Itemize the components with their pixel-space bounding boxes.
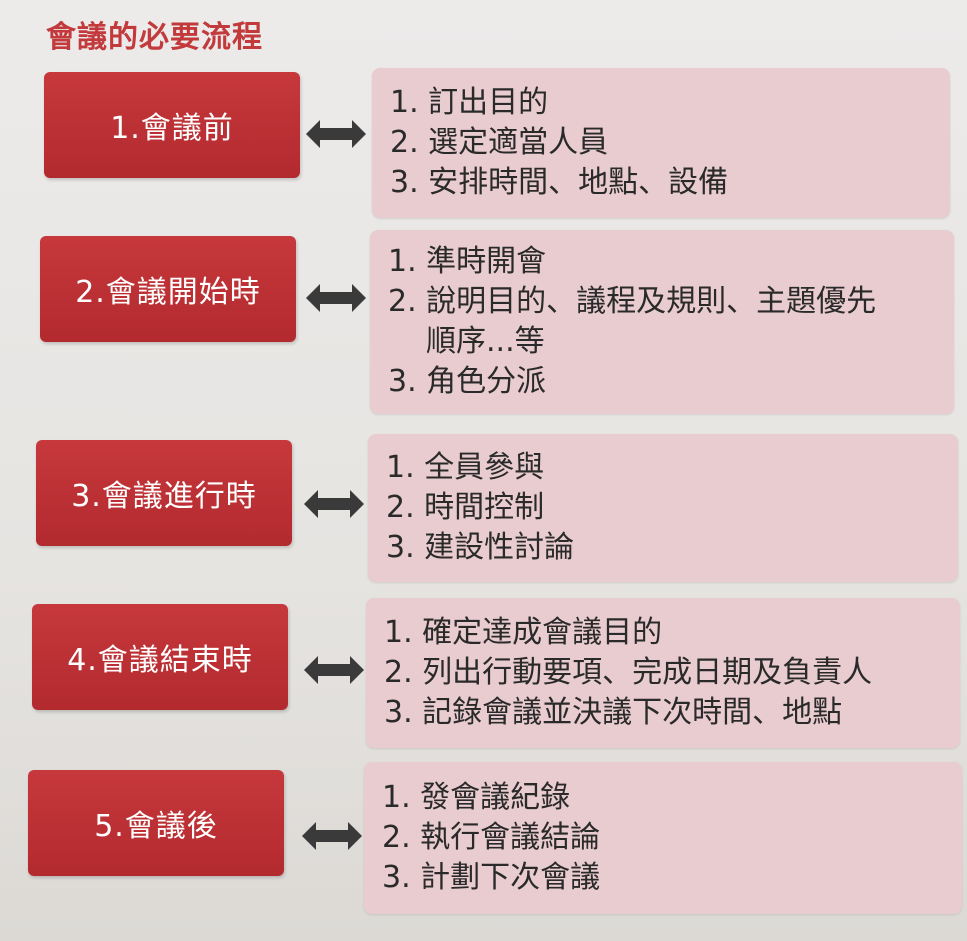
double-arrow-icon bbox=[306, 120, 366, 148]
detail-item: 2. 時間控制 bbox=[386, 490, 545, 525]
detail-box-5: 1. 發會議紀錄 2. 執行會議結論 3. 計劃下次會議 bbox=[364, 762, 962, 914]
detail-item: 2. 選定適當人員 bbox=[390, 125, 609, 160]
stage-box-5: 5.會議後 bbox=[28, 770, 284, 876]
detail-item: 2. 說明目的、議程及規則、主題優先 bbox=[388, 284, 877, 319]
detail-box-1: 1. 訂出目的 2. 選定適當人員 3. 安排時間、地點、設備 bbox=[372, 68, 950, 218]
detail-item: 1. 訂出目的 bbox=[390, 85, 549, 120]
stage-box-2: 2.會議開始時 bbox=[40, 236, 296, 342]
detail-box-2: 1. 準時開會 2. 說明目的、議程及規則、主題優先 順序...等 3. 角色分… bbox=[370, 230, 954, 414]
stage-box-3: 3.會議進行時 bbox=[36, 440, 292, 546]
detail-item: 1. 發會議紀錄 bbox=[382, 780, 571, 815]
double-arrow-icon bbox=[306, 284, 366, 312]
detail-item: 2. 列出行動要項、完成日期及負責人 bbox=[384, 655, 873, 690]
detail-item: 3. 記錄會議並決議下次時間、地點 bbox=[384, 695, 843, 730]
stage-label: 3.會議進行時 bbox=[71, 479, 257, 514]
detail-item: 3. 計劃下次會議 bbox=[382, 860, 601, 895]
double-arrow-icon bbox=[304, 490, 364, 518]
stage-label: 2.會議開始時 bbox=[75, 275, 261, 310]
double-arrow-icon bbox=[302, 822, 362, 850]
stage-label: 5.會議後 bbox=[94, 809, 218, 844]
detail-item: 1. 準時開會 bbox=[388, 244, 547, 279]
detail-item: 2. 執行會議結論 bbox=[382, 820, 601, 855]
detail-box-3: 1. 全員參與 2. 時間控制 3. 建設性討論 bbox=[368, 434, 958, 582]
diagram-title: 會議的必要流程 bbox=[46, 20, 263, 55]
double-arrow-icon bbox=[304, 656, 364, 684]
detail-item: 1. 全員參與 bbox=[386, 450, 545, 485]
detail-item: 3. 建設性討論 bbox=[386, 530, 575, 565]
stage-box-4: 4.會議結束時 bbox=[32, 604, 288, 710]
stage-label: 1.會議前 bbox=[110, 111, 234, 146]
stage-label: 4.會議結束時 bbox=[67, 643, 253, 678]
detail-item: 順序...等 bbox=[426, 324, 545, 359]
detail-box-4: 1. 確定達成會議目的 2. 列出行動要項、完成日期及負責人 3. 記錄會議並決… bbox=[366, 598, 960, 748]
stage-box-1: 1.會議前 bbox=[44, 72, 300, 178]
detail-item: 3. 安排時間、地點、設備 bbox=[390, 165, 729, 200]
detail-item: 1. 確定達成會議目的 bbox=[384, 615, 663, 650]
detail-item: 3. 角色分派 bbox=[388, 364, 547, 399]
